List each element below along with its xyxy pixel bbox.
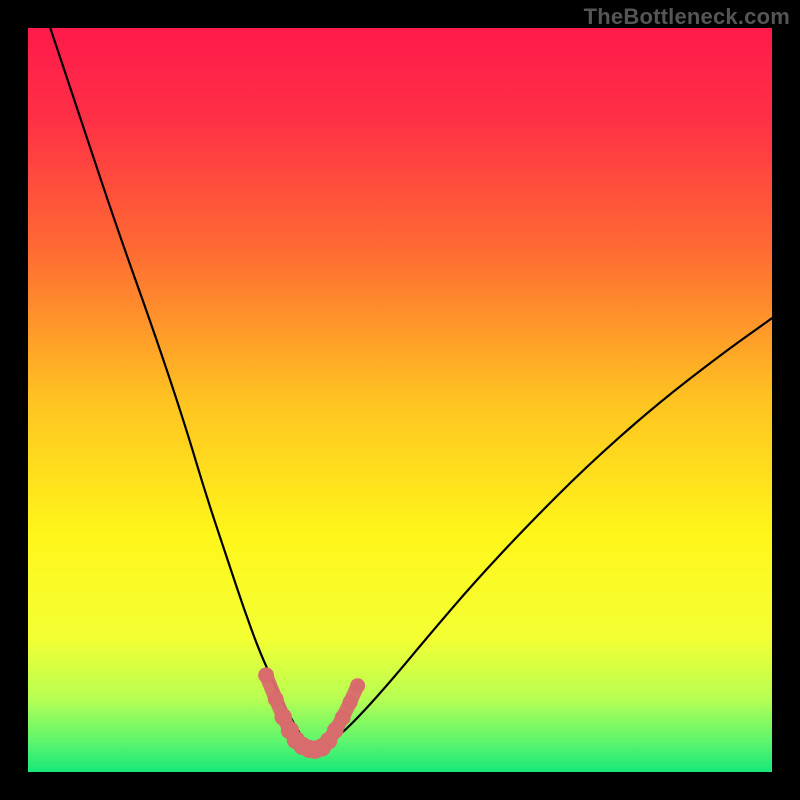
trough-dot (335, 710, 351, 726)
gradient-background (28, 28, 772, 772)
outer-frame: TheBottleneck.com (0, 0, 800, 800)
watermark-text: TheBottleneck.com (584, 4, 790, 30)
plot-area (28, 28, 772, 772)
trough-dot (350, 678, 365, 693)
trough-dot (258, 667, 274, 683)
trough-dot (268, 691, 284, 707)
trough-dot (343, 695, 358, 710)
chart-svg (28, 28, 772, 772)
